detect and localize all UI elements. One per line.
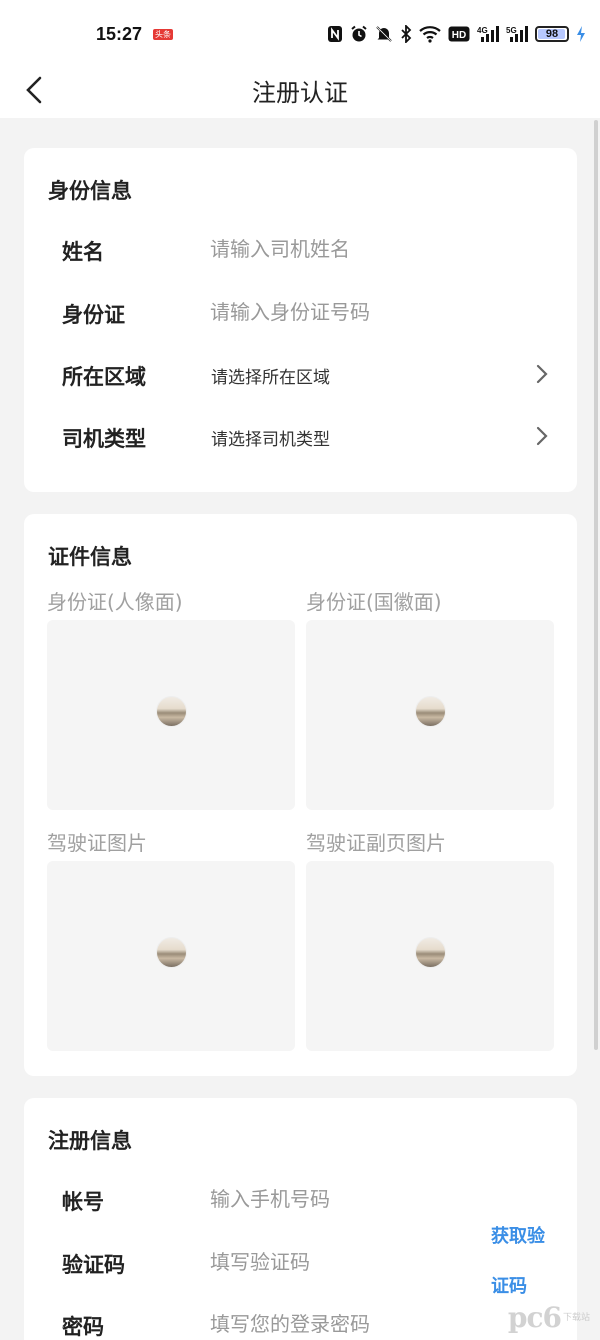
image-placeholder-icon xyxy=(156,696,187,727)
image-placeholder-icon xyxy=(415,937,446,968)
page-title: 注册认证 xyxy=(252,79,348,107)
account-label: 帐号 xyxy=(62,1190,104,1214)
svg-text:5G: 5G xyxy=(506,26,517,35)
name-row: 姓名 xyxy=(24,224,577,274)
battery-text: 98 xyxy=(545,28,559,40)
registration-card: 注册信息 帐号 验证码 获取验证码 密码 xyxy=(24,1098,577,1340)
documents-section-title: 证件信息 xyxy=(48,545,132,569)
region-label: 所在区域 xyxy=(62,365,146,389)
watermark-logo: pc6 xyxy=(507,1301,562,1334)
image-placeholder-icon xyxy=(415,696,446,727)
charging-icon xyxy=(576,24,586,44)
password-input[interactable] xyxy=(210,1307,490,1340)
hd-voice-icon: HD xyxy=(448,24,470,44)
id-number-input[interactable] xyxy=(210,295,490,329)
status-icons: HD 4G 5G 98 xyxy=(327,22,586,46)
signal-4g-icon: 4G xyxy=(477,24,499,44)
image-placeholder-icon xyxy=(156,937,187,968)
id-number-label: 身份证 xyxy=(62,303,125,327)
svg-text:4G: 4G xyxy=(477,26,488,35)
phone-input[interactable] xyxy=(210,1182,490,1216)
watermark: pc6 下载站 xyxy=(508,1301,590,1334)
driver-type-value: 请选择司机类型 xyxy=(211,430,330,450)
id-front-label: 身份证(人像面) xyxy=(47,590,183,614)
scrollbar[interactable] xyxy=(594,120,598,1050)
password-label: 密码 xyxy=(62,1315,104,1339)
get-code-button[interactable]: 获取验证码 xyxy=(491,1212,551,1312)
id-front-upload[interactable] xyxy=(47,620,295,810)
identity-section-title: 身份信息 xyxy=(48,179,132,203)
bluetooth-icon xyxy=(400,24,412,44)
id-number-row: 身份证 xyxy=(24,287,577,337)
code-label: 验证码 xyxy=(62,1253,125,1277)
driver-license-sub-label: 驾驶证副页图片 xyxy=(306,831,446,855)
alarm-icon xyxy=(350,24,368,44)
driver-license-sub-upload[interactable] xyxy=(306,861,554,1051)
driver-type-select[interactable]: 司机类型 请选择司机类型 xyxy=(24,411,577,461)
name-input[interactable] xyxy=(210,232,490,266)
signal-5g-icon: 5G xyxy=(506,24,528,44)
status-bar: 15:27 头条 HD 4G 5G 98 xyxy=(0,0,600,62)
watermark-sub: 下载站 xyxy=(562,1312,590,1323)
id-back-upload[interactable] xyxy=(306,620,554,810)
driver-type-label: 司机类型 xyxy=(62,427,146,451)
driver-license-label: 驾驶证图片 xyxy=(47,831,147,855)
status-time: 15:27 xyxy=(96,24,143,44)
wifi-icon xyxy=(419,24,441,44)
password-row: 密码 xyxy=(24,1299,577,1340)
id-back-label: 身份证(国徽面) xyxy=(306,590,442,614)
chevron-right-icon xyxy=(536,364,548,384)
documents-card: 证件信息 身份证(人像面) 身份证(国徽面) 驾驶证图片 驾驶证副页图片 xyxy=(24,514,577,1076)
identity-card: 身份信息 姓名 身份证 所在区域 请选择所在区域 司机类型 请选择司机类型 xyxy=(24,148,577,492)
region-select[interactable]: 所在区域 请选择所在区域 xyxy=(24,349,577,399)
verification-code-input[interactable] xyxy=(210,1245,450,1279)
name-label: 姓名 xyxy=(62,240,104,264)
nfc-icon xyxy=(327,24,343,44)
driver-license-upload[interactable] xyxy=(47,861,295,1051)
svg-text:HD: HD xyxy=(452,30,466,41)
news-app-badge: 头条 xyxy=(153,29,173,40)
nav-bar: 注册认证 xyxy=(0,62,600,118)
region-value: 请选择所在区域 xyxy=(211,368,330,388)
battery-icon: 98 xyxy=(535,24,569,44)
registration-section-title: 注册信息 xyxy=(48,1129,132,1153)
chevron-right-icon xyxy=(536,426,548,446)
mute-bell-icon xyxy=(375,24,393,44)
